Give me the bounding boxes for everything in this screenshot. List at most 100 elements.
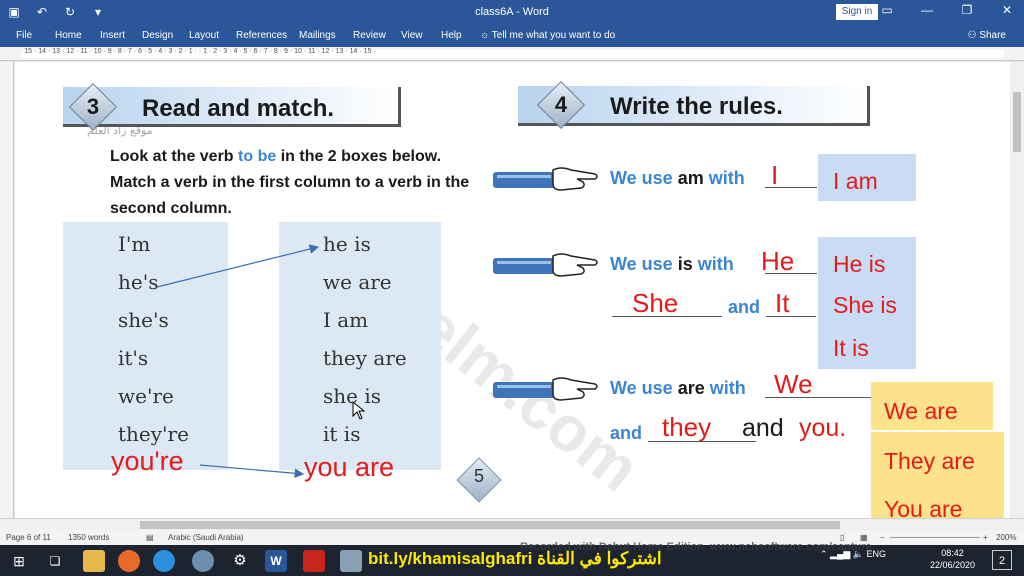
rule3-text: We use are with <box>610 378 746 399</box>
word-count[interactable]: 1350 words <box>68 533 109 542</box>
rule3-verb: are <box>677 378 705 398</box>
tab-insert[interactable]: Insert <box>100 30 125 41</box>
zoom-level[interactable]: 200% <box>996 533 1016 542</box>
vertical-ruler[interactable] <box>0 62 14 518</box>
rule3-with: with <box>709 378 746 398</box>
exercise4-title: Write the rules. <box>610 93 783 120</box>
ribbon-display-options-icon[interactable]: ▭ <box>878 3 896 17</box>
rule2-answer-he: He <box>761 246 795 276</box>
tab-help[interactable]: Help <box>441 30 462 41</box>
zoom-out-icon[interactable]: − <box>880 533 885 542</box>
tab-home[interactable]: Home <box>55 30 82 41</box>
word-taskbar-icon[interactable]: W <box>265 550 287 572</box>
document-page[interactable]: zadelm.com 3 Read and match. موقع زاد ال… <box>15 62 1010 518</box>
app-icon[interactable] <box>192 550 214 572</box>
ribbon-tabs: File Home Insert Design Layout Reference… <box>0 25 1024 47</box>
horizontal-scroll-thumb[interactable] <box>140 521 840 529</box>
clock-time: 08:42 <box>941 548 964 558</box>
rule2-we-use: We use <box>610 254 673 274</box>
rule1-we-use: We use <box>610 168 673 188</box>
rule1-verb: am <box>677 168 704 188</box>
notification-count: 2 <box>998 555 1006 567</box>
rule2-blank3 <box>766 316 816 317</box>
answer-you-are: You are <box>884 496 963 518</box>
answer-we-are: We are <box>884 398 958 424</box>
rule3-tail-you: you. <box>799 414 847 442</box>
rule2-answer-it: It <box>775 288 790 318</box>
sign-in-button[interactable]: Sign in <box>836 4 878 20</box>
tell-me-label: Tell me what you want to do <box>491 30 616 41</box>
answer-i-am: I am <box>833 168 878 194</box>
word-window: ▣ ↶ ↻ ▾ class6A - Word Sign in ▭ — ❐ ✕ F… <box>0 0 1024 576</box>
rule3-answer-they: they <box>662 412 712 442</box>
answer-they-are: They are <box>884 448 975 474</box>
taskbar-clock[interactable]: 08:42 22/06/2020 <box>930 547 975 571</box>
system-tray: ⌃ ▂▄▆ 🔈 ENG <box>820 549 886 560</box>
firefox-icon[interactable] <box>118 550 140 572</box>
acrobat-icon[interactable] <box>303 550 325 572</box>
internet-explorer-icon[interactable] <box>153 550 175 572</box>
rule3-and: and <box>610 423 643 443</box>
match-arrow-hes <box>156 244 320 288</box>
file-explorer-icon[interactable] <box>83 550 105 572</box>
language-indicator[interactable]: Arabic (Saudi Arabia) <box>168 533 244 542</box>
mouse-cursor-icon <box>352 401 366 420</box>
pointing-hand-icon <box>493 253 598 277</box>
notification-center-icon[interactable]: 2 <box>992 550 1012 570</box>
share-button[interactable]: ⚇ Share <box>968 30 1006 41</box>
zoom-in-icon[interactable]: + <box>983 533 988 542</box>
share-label: Share <box>979 30 1006 41</box>
tab-mailings[interactable]: Mailings <box>299 30 336 41</box>
title-bar: ▣ ↶ ↻ ▾ class6A - Word Sign in ▭ — ❐ ✕ <box>0 0 1024 25</box>
rule2-text: We use is with <box>610 254 734 275</box>
horizontal-scrollbar[interactable] <box>0 518 1024 530</box>
answer-he-is: He is <box>833 251 886 277</box>
rule1-text: We use am with <box>610 168 745 189</box>
task-view-icon[interactable]: ❏ <box>44 550 66 572</box>
vertical-scroll-thumb[interactable] <box>1013 92 1021 152</box>
person-icon: ⚇ <box>967 30 980 41</box>
keyboard-language[interactable]: ENG <box>867 549 887 559</box>
tab-view[interactable]: View <box>401 30 423 41</box>
horizontal-ruler[interactable]: · 15 · 14 · 13 · 12 · 11 · 10 · 9 · 8 · … <box>0 47 1024 61</box>
rule1-answer-i: I <box>771 160 779 190</box>
pointing-hand-icon <box>493 167 598 191</box>
window-controls: ▭ — ❐ ✕ <box>878 3 1016 17</box>
rule3-we-use: We use <box>610 378 673 398</box>
page-number: 5 <box>473 466 484 486</box>
minimize-icon[interactable]: — <box>918 3 936 17</box>
rule2-with: with <box>697 254 734 274</box>
clock-date: 22/06/2020 <box>930 560 976 570</box>
tab-review[interactable]: Review <box>353 30 386 41</box>
debut-recorder-icon[interactable] <box>340 550 362 572</box>
rule3-answer-we: We <box>774 369 813 399</box>
ruler-numbers: · 15 · 14 · 13 · 12 · 11 · 10 · 9 · 8 · … <box>20 48 376 55</box>
rule2-and: and <box>728 297 761 317</box>
tell-me-search[interactable]: ☼ Tell me what you want to do <box>480 30 615 41</box>
lightbulb-icon: ☼ <box>480 30 492 41</box>
vertical-scrollbar[interactable] <box>1010 62 1024 518</box>
answer-it-is: It is <box>833 335 869 361</box>
rule3-tail-and: and <box>742 414 784 442</box>
windows-start-icon[interactable]: ⊞ <box>8 550 30 572</box>
zoom-slider[interactable] <box>890 537 980 538</box>
pointing-hand-icon <box>493 377 598 401</box>
page-count[interactable]: Page 6 of 11 <box>6 533 51 542</box>
channel-link-overlay: bit.ly/khamisalghafri اشتركوا في القناة <box>368 549 662 568</box>
tab-references[interactable]: References <box>236 30 287 41</box>
rule1-with: with <box>708 168 745 188</box>
answer-she-is: She is <box>833 292 897 318</box>
tab-file[interactable]: File <box>16 30 32 41</box>
settings-gear-icon[interactable]: ⚙ <box>229 550 251 572</box>
tab-layout[interactable]: Layout <box>189 30 219 41</box>
close-icon[interactable]: ✕ <box>998 3 1016 17</box>
rule2-verb: is <box>677 254 693 274</box>
rule2-answer-she: She <box>632 288 679 318</box>
volume-icon[interactable]: 🔈 <box>853 549 867 559</box>
match-arrow-youre <box>199 464 305 479</box>
tray-arrow-icon[interactable]: ⌃ <box>820 549 830 559</box>
network-icon[interactable]: ▂▄▆ <box>830 549 853 559</box>
restore-icon[interactable]: ❐ <box>958 3 976 17</box>
tab-design[interactable]: Design <box>142 30 173 41</box>
proofing-icon[interactable]: ▤ <box>146 533 154 542</box>
